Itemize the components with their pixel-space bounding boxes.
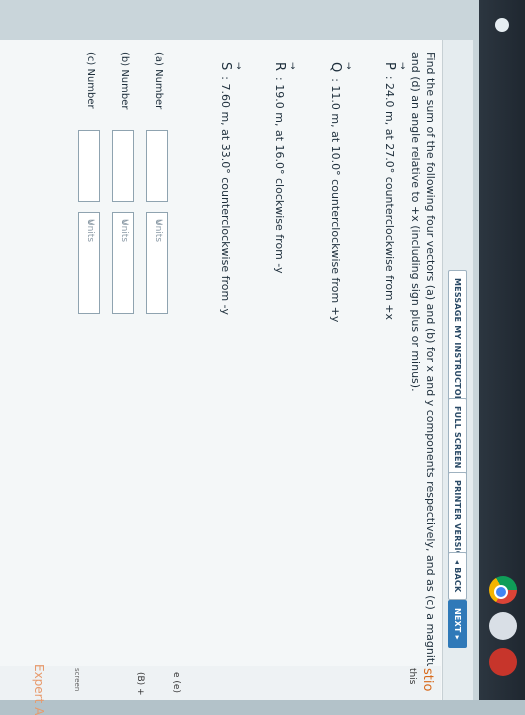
chevron-down-icon: ∨ (153, 219, 163, 226)
message-instructor-button[interactable]: MESSAGE MY INSTRUCTOR (448, 270, 467, 411)
vector-s-text: : 7.60 m, at 33.0° counterclockwise from… (219, 76, 232, 315)
answer-c-number-input[interactable] (78, 130, 100, 202)
vector-q-text: : 11.0 m, at 10.0° counterclockwise from… (329, 78, 342, 323)
dock (479, 0, 525, 700)
answer-a-units-select[interactable]: Units ∨ (146, 212, 168, 314)
vector-r-name: R (272, 62, 287, 71)
vector-q-name: Q (328, 62, 343, 72)
back-button[interactable]: ◂ BACK (448, 552, 467, 601)
sidebar-screen-text: screen (73, 668, 81, 692)
mail-icon[interactable] (489, 648, 517, 676)
answer-b-label: (b) Number (119, 52, 130, 110)
sidebar-heading: stio (420, 668, 435, 692)
vector-s-name: S (218, 62, 233, 70)
photos-icon[interactable] (489, 612, 517, 640)
answer-c-units-select[interactable]: Units ∨ (78, 212, 100, 314)
answer-a-label: (a) Number (153, 52, 164, 110)
vector-r-text: : 19.0 m, at 16.0° clockwise from -y (273, 77, 286, 274)
answer-b-number-input[interactable] (112, 130, 134, 202)
home-dot-icon[interactable] (495, 18, 509, 32)
chrome-icon[interactable] (489, 576, 517, 604)
answer-c-label: (c) Number (85, 52, 96, 109)
rotated-screen: MESSAGE MY INSTRUCTOR FULL SCREEN PRINTE… (0, 0, 525, 715)
next-button[interactable]: NEXT ▸ (448, 600, 467, 648)
toolbar: MESSAGE MY INSTRUCTOR FULL SCREEN PRINTE… (442, 40, 473, 700)
sidebar-part-e: e (e) (171, 672, 181, 693)
chevron-down-icon: ∨ (119, 219, 129, 226)
answer-a-number-input[interactable] (146, 130, 168, 202)
expert-answer-link[interactable]: Expert A (32, 664, 46, 715)
prompt-line-2: and (d) an angle relative to +x (includi… (409, 52, 422, 392)
full-screen-button[interactable]: FULL SCREEN (448, 398, 467, 477)
chevron-down-icon: ∨ (85, 219, 95, 226)
sidebar-subtext: this (407, 668, 417, 685)
vector-q: Q : 11.0 m, at 10.0° counterclockwise fro… (328, 62, 343, 322)
assignment-page: MESSAGE MY INSTRUCTOR FULL SCREEN PRINTE… (0, 40, 473, 715)
answer-b-units-select[interactable]: Units ∨ (112, 212, 134, 314)
vector-p: P : 24.0 m, at 27.0° counterclockwise fro… (382, 62, 397, 320)
prompt-line-1: Find the sum of the following four vecto… (424, 52, 437, 683)
vector-r: R : 19.0 m, at 16.0° clockwise from -y (272, 62, 287, 274)
sidebar-part-b: (B) + (135, 672, 145, 696)
vector-p-name: P (382, 62, 397, 70)
vector-p-text: : 24.0 m, at 27.0° counterclockwise from… (383, 75, 396, 320)
vector-s: S : 7.60 m, at 33.0° counterclockwise fro… (218, 62, 233, 315)
right-sidebar: stio this e (e) (B) + screen Expert A (0, 664, 441, 715)
